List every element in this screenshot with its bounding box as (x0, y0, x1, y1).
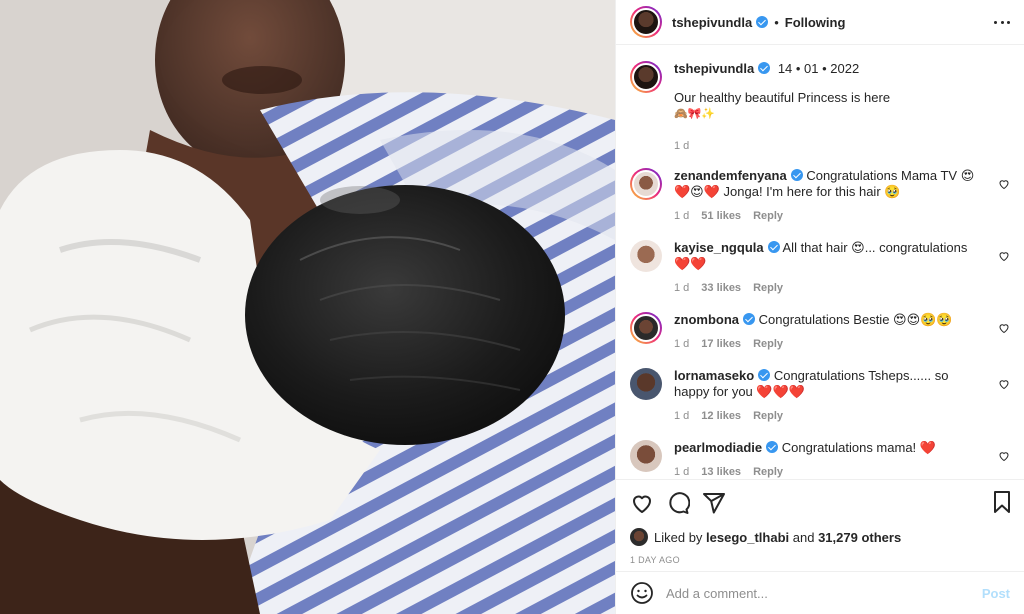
post-header: tshepivundla • Following (616, 0, 1024, 45)
comment-username[interactable]: znombona (674, 312, 739, 327)
more-icon[interactable] (992, 12, 1012, 32)
reply-button[interactable]: Reply (753, 208, 783, 224)
comment-item: pearlmodiadie Congratulations mama! ❤️ 1… (630, 440, 1010, 479)
comment-likes[interactable]: 17 likes (701, 336, 741, 352)
bookmark-icon[interactable] (990, 490, 1014, 514)
comment-likes[interactable]: 13 likes (701, 464, 741, 479)
comment-likes[interactable]: 12 likes (701, 408, 741, 424)
post-time[interactable]: 1 DAY AGO (630, 555, 1010, 565)
reply-button[interactable]: Reply (753, 464, 783, 479)
comment-text: Congratulations mama! ❤️ (781, 440, 936, 455)
reply-button[interactable]: Reply (753, 408, 783, 424)
comment-input[interactable] (666, 585, 982, 601)
post-comment-button[interactable]: Post (982, 586, 1010, 601)
like-comment-icon[interactable] (998, 322, 1010, 334)
commenter-avatar[interactable] (630, 240, 662, 272)
verified-icon (758, 62, 771, 74)
heart-icon[interactable] (630, 491, 654, 515)
add-comment-bar: Post (616, 571, 1024, 614)
newborn-photo-illustration (0, 0, 615, 614)
comment-item: znombona Congratulations Bestie 😍😍🥹🥹 1 d… (630, 312, 1010, 352)
comment-likes[interactable]: 33 likes (701, 280, 741, 296)
verified-icon (766, 441, 779, 453)
caption-username[interactable]: tshepivundla (674, 61, 754, 76)
comment-text: Congratulations Bestie 😍😍🥹🥹 (758, 312, 953, 327)
reply-button[interactable]: Reply (753, 336, 783, 352)
comment-username[interactable]: lornamaseko (674, 368, 754, 383)
author-username[interactable]: tshepivundla (672, 15, 752, 30)
caption-emoji: 🙈🎀✨ (674, 107, 716, 120)
separator-dot: • (774, 14, 779, 30)
caption-text: Our healthy beautiful Princess is here (674, 90, 891, 105)
liker-avatar (630, 528, 648, 546)
comment-age[interactable]: 1 d (674, 280, 689, 296)
comment-likes[interactable]: 51 likes (701, 208, 741, 224)
verified-icon (790, 169, 803, 181)
like-comment-icon[interactable] (998, 250, 1010, 262)
verified-icon (767, 241, 780, 253)
following-button[interactable]: Following (785, 15, 846, 30)
author-avatar[interactable] (630, 6, 662, 38)
verified-icon (743, 313, 755, 325)
emoji-icon[interactable] (630, 581, 654, 605)
share-icon[interactable] (702, 491, 726, 515)
commenter-avatar[interactable] (630, 312, 662, 344)
post-detail-panel: tshepivundla • Following tshepivundla 14… (615, 0, 1024, 614)
post-actions: Liked by lesego_tlhabi and 31,279 others… (616, 479, 1024, 614)
caption-date: 14 • 01 • 2022 (777, 61, 860, 76)
comment-icon[interactable] (666, 491, 690, 515)
comment-age[interactable]: 1 d (674, 464, 689, 479)
comment-age[interactable]: 1 d (674, 408, 689, 424)
liked-by-others[interactable]: 31,279 others (818, 530, 901, 545)
like-comment-icon[interactable] (998, 378, 1010, 390)
commenter-avatar[interactable] (630, 368, 662, 400)
liked-by-prefix: Liked by (654, 529, 703, 545)
comment-item: zenandemfenyana Congratulations Mama TV … (630, 168, 1010, 224)
verified-icon (756, 16, 769, 28)
comment-item: lornamaseko Congratulations Tsheps......… (630, 368, 1010, 424)
like-comment-icon[interactable] (998, 450, 1010, 462)
post-photo[interactable] (0, 0, 615, 614)
comment-username[interactable]: kayise_ngqula (674, 240, 764, 255)
likes-summary[interactable]: Liked by lesego_tlhabi and 31,279 others (630, 528, 1010, 546)
liked-by-user[interactable]: lesego_tlhabi (706, 530, 789, 545)
liked-by-middle: and (792, 529, 815, 545)
commenter-avatar[interactable] (630, 168, 662, 200)
comment-item: kayise_ngqula All that hair 😍... congrat… (630, 240, 1010, 296)
like-comment-icon[interactable] (998, 178, 1010, 190)
verified-icon (758, 369, 771, 381)
author-avatar[interactable] (630, 61, 662, 93)
caption: tshepivundla 14 • 01 • 2022 Our healthy … (630, 61, 1010, 154)
caption-age[interactable]: 1 d (674, 138, 689, 154)
comment-username[interactable]: zenandemfenyana (674, 168, 787, 183)
comments-list[interactable]: tshepivundla 14 • 01 • 2022 Our healthy … (616, 45, 1024, 479)
comment-age[interactable]: 1 d (674, 336, 689, 352)
reply-button[interactable]: Reply (753, 280, 783, 296)
commenter-avatar[interactable] (630, 440, 662, 472)
comment-username[interactable]: pearlmodiadie (674, 440, 762, 455)
comment-age[interactable]: 1 d (674, 208, 689, 224)
